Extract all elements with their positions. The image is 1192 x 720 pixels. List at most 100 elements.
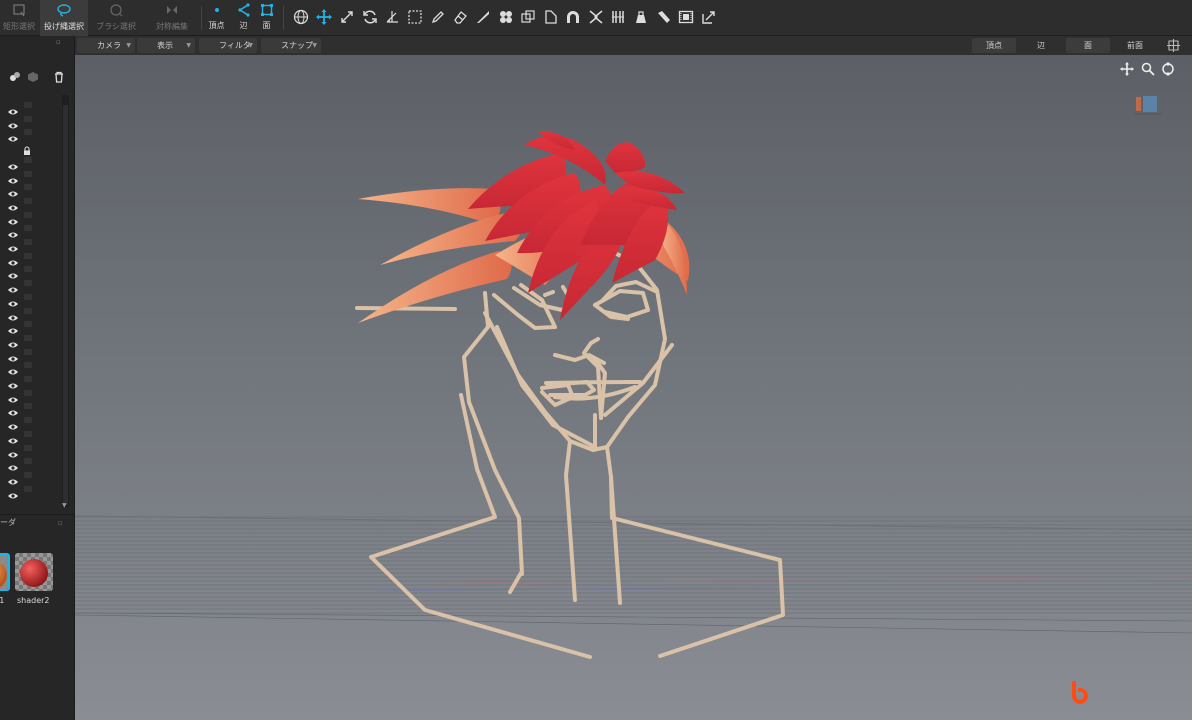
plane-icon[interactable] (542, 8, 560, 26)
eye-icon[interactable] (7, 457, 19, 471)
eye-icon[interactable] (7, 211, 19, 225)
eye-icon[interactable] (7, 375, 19, 389)
extrude-icon[interactable] (519, 8, 537, 26)
export-icon[interactable] (700, 8, 718, 26)
filter-dropdown[interactable]: フィルタ ▼ (199, 38, 257, 53)
grid-settings-icon[interactable] (1166, 38, 1181, 53)
layer-row[interactable] (0, 141, 60, 156)
layer-row[interactable] (0, 347, 60, 362)
eye-icon[interactable] (7, 293, 19, 307)
layer-row[interactable] (0, 127, 60, 142)
fill-icon[interactable] (632, 8, 650, 26)
pivot-icon[interactable] (383, 8, 401, 26)
view-front-button[interactable]: 前面 (1113, 38, 1157, 53)
layer-row[interactable] (0, 456, 60, 471)
eye-icon[interactable] (7, 197, 19, 211)
layer-row[interactable] (0, 388, 60, 403)
layer-row[interactable] (0, 155, 60, 170)
pencil-icon[interactable] (429, 8, 447, 26)
lock-icon[interactable] (22, 141, 32, 156)
loop-cut-icon[interactable] (609, 8, 627, 26)
layer-scroll-thumb[interactable] (63, 105, 68, 505)
layer-row[interactable] (0, 319, 60, 334)
snap-dropdown[interactable]: スナップ ▼ (261, 38, 321, 53)
eraser-icon[interactable] (451, 8, 469, 26)
eye-icon[interactable] (7, 334, 19, 348)
layer-row[interactable] (0, 210, 60, 225)
material-tile-r1[interactable] (0, 553, 10, 591)
pan-icon[interactable] (1119, 61, 1135, 77)
layer-row[interactable] (0, 223, 60, 238)
layer-row[interactable] (0, 415, 60, 430)
view-cube-icon[interactable] (1134, 95, 1162, 117)
layer-row[interactable] (0, 292, 60, 307)
view-face-button[interactable]: 面 (1066, 38, 1110, 53)
orbit-icon[interactable] (1160, 61, 1176, 77)
scene-canvas[interactable] (75, 55, 1192, 720)
zoom-icon[interactable] (1140, 61, 1156, 77)
layer-row[interactable] (0, 470, 60, 485)
camera-dropdown[interactable]: カメラ ▼ (77, 38, 135, 53)
bridge-icon[interactable] (564, 8, 582, 26)
panel-close-icon[interactable]: ▫ (56, 38, 61, 46)
edge-mode-button[interactable]: 辺 (232, 0, 255, 36)
eye-icon[interactable] (7, 115, 19, 129)
layer-row[interactable] (0, 484, 60, 499)
layer-row[interactable] (0, 182, 60, 197)
layer-row[interactable] (0, 100, 60, 115)
vertex-mode-button[interactable]: 頂点 (205, 0, 228, 36)
symmetry-edit-button[interactable]: 対称編集 (150, 0, 194, 36)
layer-row[interactable] (0, 196, 60, 211)
layer-row[interactable] (0, 374, 60, 389)
rotate-icon[interactable] (361, 8, 379, 26)
eye-icon[interactable] (7, 430, 19, 444)
eye-icon[interactable] (7, 402, 19, 416)
scale-icon[interactable] (338, 8, 356, 26)
3d-viewport[interactable] (75, 55, 1192, 720)
face-mode-button[interactable]: 面 (255, 0, 278, 36)
eye-icon[interactable] (7, 361, 19, 375)
add-object-icon[interactable] (8, 70, 22, 84)
eye-icon[interactable] (7, 252, 19, 266)
panel-close-icon[interactable]: ▫ (58, 515, 63, 531)
eye-icon[interactable] (7, 170, 19, 183)
eye-icon[interactable] (7, 307, 19, 320)
eye-icon[interactable] (7, 183, 19, 197)
display-dropdown[interactable]: 表示 ▼ (137, 38, 195, 53)
layer-row[interactable] (0, 360, 60, 375)
eye-icon[interactable] (7, 389, 19, 403)
sculpt-icon[interactable] (655, 8, 673, 26)
layer-row[interactable] (0, 237, 60, 252)
eye-icon[interactable] (7, 471, 19, 485)
layer-row[interactable] (0, 429, 60, 444)
eye-icon[interactable] (7, 320, 19, 334)
eye-icon[interactable] (7, 238, 19, 252)
layer-row[interactable] (0, 278, 60, 293)
wireframe-mesh[interactable] (355, 250, 785, 659)
scroll-down-icon[interactable]: ▼ (62, 502, 67, 509)
brush-select-button[interactable]: ブラシ選択 (94, 0, 138, 36)
eye-icon[interactable] (7, 156, 19, 170)
layer-row[interactable] (0, 251, 60, 266)
bevel-icon[interactable] (497, 8, 515, 26)
eye-icon[interactable] (7, 128, 19, 142)
layer-row[interactable] (0, 114, 60, 129)
material-tile-shader2[interactable] (15, 553, 53, 591)
eye-icon[interactable] (7, 444, 19, 457)
weld-icon[interactable] (587, 8, 605, 26)
view-vertex-button[interactable]: 頂点 (972, 38, 1016, 53)
knife-icon[interactable] (474, 8, 492, 26)
layer-row[interactable] (0, 306, 60, 320)
layer-row[interactable] (0, 401, 60, 416)
marquee-icon[interactable] (406, 8, 424, 26)
eye-icon[interactable] (7, 224, 19, 238)
eye-icon[interactable] (7, 416, 19, 430)
trash-icon[interactable] (52, 70, 66, 84)
lasso-select-button[interactable]: 投げ縄選択 (40, 0, 88, 36)
eye-icon[interactable] (7, 265, 19, 279)
layer-row[interactable] (0, 333, 60, 348)
eye-icon[interactable] (7, 485, 19, 499)
film-icon[interactable] (677, 8, 695, 26)
world-icon[interactable] (292, 8, 310, 26)
layer-row[interactable] (0, 169, 60, 183)
